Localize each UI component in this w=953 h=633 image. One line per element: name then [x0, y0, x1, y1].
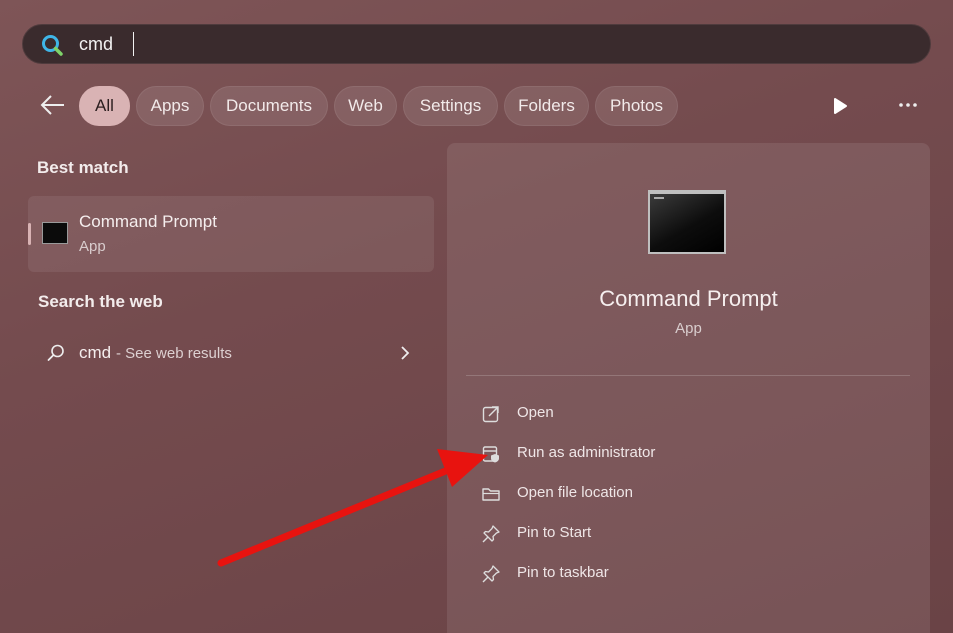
- more-options-icon[interactable]: [895, 94, 921, 116]
- tab-settings[interactable]: Settings: [403, 86, 498, 126]
- action-run-as-administrator[interactable]: Run as administrator: [466, 435, 910, 471]
- detail-subtitle: App: [675, 320, 702, 337]
- tab-label: Settings: [419, 96, 482, 115]
- divider: [466, 375, 910, 376]
- shield-admin-icon: [482, 446, 499, 463]
- tab-label: Folders: [518, 96, 575, 115]
- search-bar[interactable]: cmd: [22, 24, 931, 64]
- tab-label: Apps: [150, 96, 190, 115]
- web-result-item[interactable]: cmd - See web results: [28, 332, 434, 374]
- detail-panel: Command Prompt App Open Run as administr…: [447, 143, 930, 633]
- tab-label: All: [95, 96, 114, 115]
- chevron-right-icon: [401, 346, 410, 360]
- pin-icon: [482, 565, 500, 583]
- best-match-type: App: [79, 238, 106, 255]
- pin-icon: [482, 525, 500, 543]
- tab-all[interactable]: All: [79, 86, 130, 126]
- tab-documents[interactable]: Documents: [210, 86, 328, 126]
- action-label: Run as administrator: [517, 444, 656, 461]
- command-prompt-icon: [648, 190, 726, 254]
- tab-label: Photos: [610, 96, 663, 115]
- best-match-heading: Best match: [37, 158, 129, 177]
- web-query: cmd: [79, 343, 112, 362]
- action-open[interactable]: Open: [466, 395, 910, 431]
- back-arrow-icon[interactable]: [38, 92, 68, 118]
- action-label: Open: [517, 404, 554, 421]
- action-label: Pin to taskbar: [517, 564, 609, 581]
- tab-apps[interactable]: Apps: [136, 86, 204, 126]
- action-pin-to-start[interactable]: Pin to Start: [466, 515, 910, 551]
- text-caret: [133, 32, 134, 56]
- tab-web[interactable]: Web: [334, 86, 397, 126]
- search-web-heading: Search the web: [38, 292, 163, 311]
- action-label: Pin to Start: [517, 524, 592, 541]
- play-icon[interactable]: [828, 95, 852, 117]
- tab-label: Documents: [226, 96, 312, 115]
- search-input[interactable]: cmd: [79, 34, 113, 55]
- search-icon: [42, 35, 63, 56]
- tab-photos[interactable]: Photos: [595, 86, 678, 126]
- tab-folders[interactable]: Folders: [504, 86, 589, 126]
- command-prompt-icon: [42, 222, 68, 244]
- action-open-file-location[interactable]: Open file location: [466, 475, 910, 511]
- selection-indicator: [28, 223, 31, 245]
- action-pin-to-taskbar[interactable]: Pin to taskbar: [466, 555, 910, 591]
- web-results-label: - See web results: [116, 345, 232, 362]
- tab-label: Web: [348, 96, 383, 115]
- detail-title: Command Prompt: [599, 286, 778, 311]
- open-external-icon: [482, 406, 499, 423]
- action-label: Open file location: [517, 484, 633, 501]
- search-icon: [47, 344, 64, 361]
- folder-icon: [482, 488, 500, 501]
- best-match-item[interactable]: Command Prompt App: [28, 196, 434, 272]
- best-match-name: Command Prompt: [79, 212, 217, 231]
